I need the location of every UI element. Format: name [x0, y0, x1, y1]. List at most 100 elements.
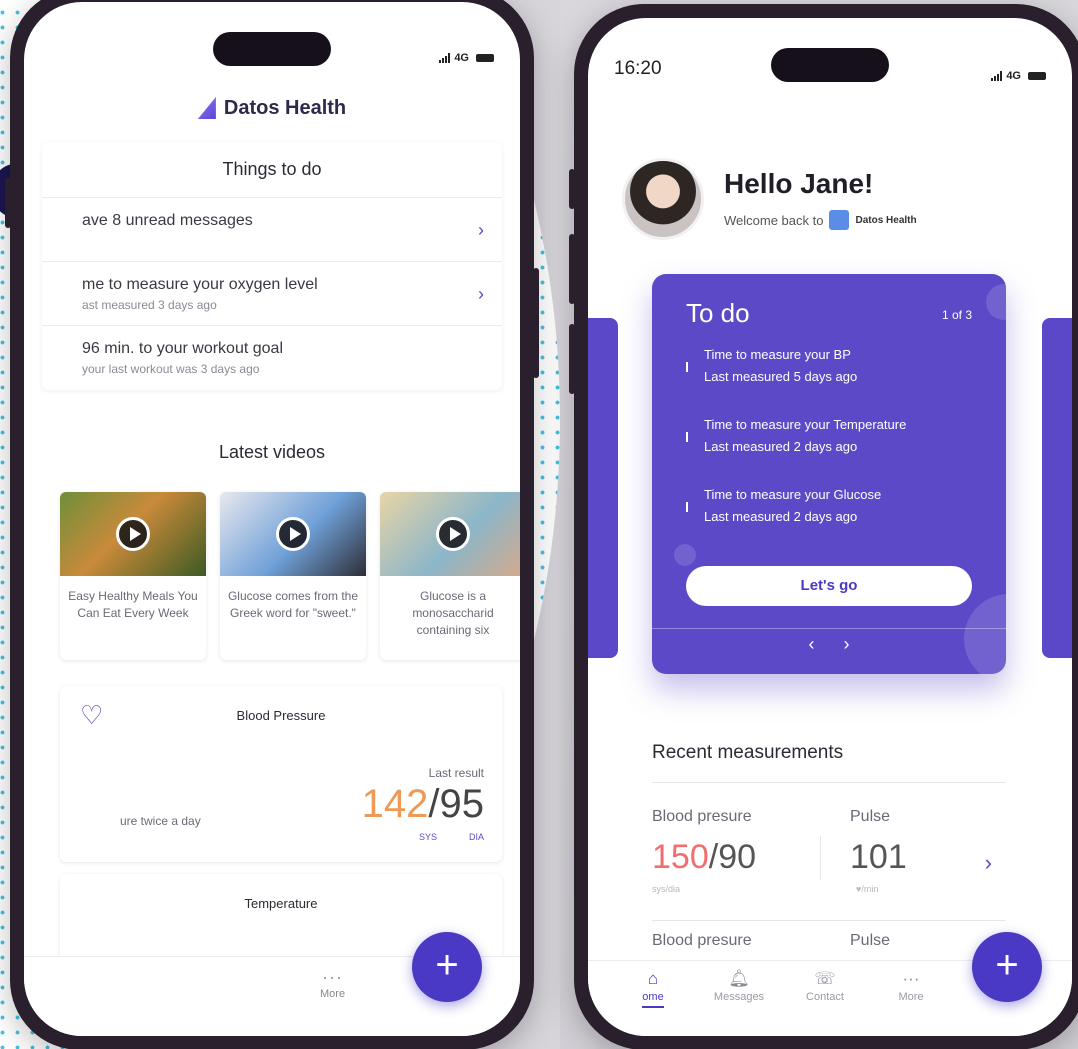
phone-icon: ☏ — [814, 969, 836, 988]
left-phone-screen: 4G Datos Health Things to do ave 8 unrea… — [24, 2, 520, 1036]
things-to-do-list: Things to do ave 8 unread messages › me … — [42, 142, 502, 390]
measure-frequency: ure twice a day — [120, 814, 201, 828]
things-item-messages[interactable]: ave 8 unread messages › — [42, 198, 502, 262]
signal-icon — [991, 71, 1003, 81]
todo-counter: 1 of 3 — [941, 308, 972, 322]
tab-more[interactable]: ··· More — [320, 967, 345, 1000]
status-time: 16:20 — [614, 58, 662, 79]
video-carousel: Easy Healthy Meals You Can Eat Every Wee… — [60, 492, 520, 660]
tab-contact[interactable]: ☏ Contact — [782, 961, 868, 1036]
video-thumbnail — [380, 492, 520, 576]
datos-logo-icon — [829, 210, 850, 230]
todo-title: To do — [686, 298, 750, 328]
last-result-label: Last result — [428, 766, 484, 780]
status-icons: 4G — [439, 52, 494, 64]
pulse-unit: ♥/min — [856, 884, 879, 894]
video-caption: Easy Healthy Meals You Can Eat Every Wee… — [68, 589, 198, 620]
things-item-oxygen[interactable]: me to measure your oxygen level ast meas… — [42, 262, 502, 326]
plus-icon: + — [995, 943, 1019, 987]
bp-unit: sys/dia — [652, 884, 681, 894]
systolic-value: 142 — [361, 782, 429, 826]
video-card-glucose-greek[interactable]: Glucose comes from the Greek word for "s… — [220, 492, 366, 660]
blood-pressure-value: 142/95 — [361, 782, 485, 826]
avatar[interactable] — [622, 158, 704, 240]
network-label: 4G — [1006, 70, 1021, 82]
video-thumbnail — [220, 492, 366, 576]
phone-side-button — [5, 178, 11, 228]
todo-item-bp[interactable]: Time to measure your BP Last measured 5 … — [686, 344, 982, 414]
previous-card-peek[interactable] — [588, 318, 618, 658]
phone-volume-up-button — [569, 234, 575, 304]
tab-label: More — [898, 991, 924, 1003]
play-icon — [276, 517, 310, 551]
welcome-text: Welcome back to — [724, 212, 824, 228]
chevron-right-icon[interactable]: › — [844, 634, 850, 654]
pulse-label: Pulse — [850, 808, 891, 825]
list-item-subtitle: ast measured 3 days ago — [82, 298, 217, 312]
tab-label: ome — [642, 991, 664, 1008]
video-thumbnail — [60, 492, 206, 576]
greeting: Hello Jane! — [724, 168, 874, 199]
tab-more[interactable]: ··· More — [868, 961, 954, 1036]
lets-go-button[interactable]: Let's go — [686, 566, 972, 606]
dynamic-island — [771, 48, 889, 82]
app-header: Datos Health — [24, 82, 520, 134]
phone-mute-button — [569, 169, 575, 209]
more-icon: ··· — [902, 969, 920, 988]
blood-pressure-title: Blood Pressure — [236, 708, 326, 723]
tab-messages[interactable]: 🔔︎ Messages — [696, 961, 782, 1036]
todo-item-title: Time to measure your Temperature — [704, 417, 907, 432]
phone-volume-down-button — [569, 324, 575, 394]
add-button[interactable]: + — [972, 932, 1042, 1002]
video-caption: Glucose comes from the Greek word for "s… — [227, 589, 359, 620]
bp-label: Blood presure — [652, 808, 752, 825]
chevron-right-icon: › — [478, 220, 484, 240]
latest-videos-title: Latest videos — [218, 442, 326, 462]
blood-pressure-card[interactable]: ♡ Blood Pressure Last result 142/95 SYS … — [60, 686, 502, 862]
tab-home[interactable]: ⌂ ome — [610, 961, 696, 1036]
play-icon — [436, 517, 470, 551]
plus-icon: + — [435, 943, 459, 987]
todo-item-glucose[interactable]: Time to measure your Glucose Last measur… — [686, 484, 982, 554]
bp-systolic: 150 — [652, 838, 709, 876]
list-item-title: me to measure your oxygen level — [82, 276, 318, 293]
list-item-title: ave 8 unread messages — [82, 212, 253, 229]
todo-item-subtitle: Last measured 5 days ago — [704, 369, 858, 384]
status-icons: 4G — [991, 70, 1046, 82]
pulse-label: Pulse — [850, 932, 891, 949]
welcome-brand: Datos Health — [855, 214, 917, 226]
recent-measurements-title: Recent measurements — [652, 742, 844, 763]
diastolic-value: 95 — [439, 782, 485, 826]
list-item-subtitle: your last workout was 3 days ago — [82, 362, 260, 376]
tab-label: Contact — [806, 991, 844, 1003]
video-caption: Glucose is a monosaccharid containing si… — [412, 589, 494, 637]
bp-value: 150/90 — [652, 838, 757, 876]
datos-logo-icon — [197, 97, 216, 119]
next-card-peek[interactable] — [1042, 318, 1072, 658]
left-phone: 4G Datos Health Things to do ave 8 unrea… — [5, 0, 539, 1049]
todo-item-temperature[interactable]: Time to measure your Temperature Last me… — [686, 414, 982, 484]
temperature-title: Temperature — [244, 896, 318, 911]
todo-item-title: Time to measure your BP — [704, 347, 851, 362]
todo-item-title: Time to measure your Glucose — [704, 487, 882, 502]
bp-units: SYS DIA — [419, 832, 484, 842]
right-phone: 16:20 4G Hello Jane! Welcome back to Dat… — [569, 4, 1078, 1049]
phone-power-button — [533, 268, 539, 378]
todo-item-subtitle: Last measured 2 days ago — [704, 439, 858, 454]
more-icon: ··· — [322, 967, 344, 987]
todo-items: Time to measure your BP Last measured 5 … — [686, 344, 982, 554]
todo-item-subtitle: Last measured 2 days ago — [704, 509, 858, 524]
video-card-meals[interactable]: Easy Healthy Meals You Can Eat Every Wee… — [60, 492, 206, 660]
things-item-workout[interactable]: 96 min. to your workout goal your last w… — [42, 326, 502, 390]
chevron-right-icon[interactable]: › — [985, 850, 992, 876]
bp-diastolic: 90 — [718, 838, 757, 876]
app-title: Datos Health — [223, 96, 347, 119]
network-label: 4G — [454, 52, 469, 64]
video-card-glucose-mono[interactable]: Glucose is a monosaccharid containing si… — [380, 492, 520, 660]
add-button[interactable]: + — [412, 932, 482, 1002]
right-phone-screen: 16:20 4G Hello Jane! Welcome back to Dat… — [588, 18, 1072, 1036]
chevron-left-icon[interactable]: ‹ — [808, 634, 814, 654]
welcome-line: Welcome back to Datos Health — [724, 210, 917, 230]
home-icon: ⌂ — [647, 969, 659, 988]
divider — [652, 920, 1006, 921]
